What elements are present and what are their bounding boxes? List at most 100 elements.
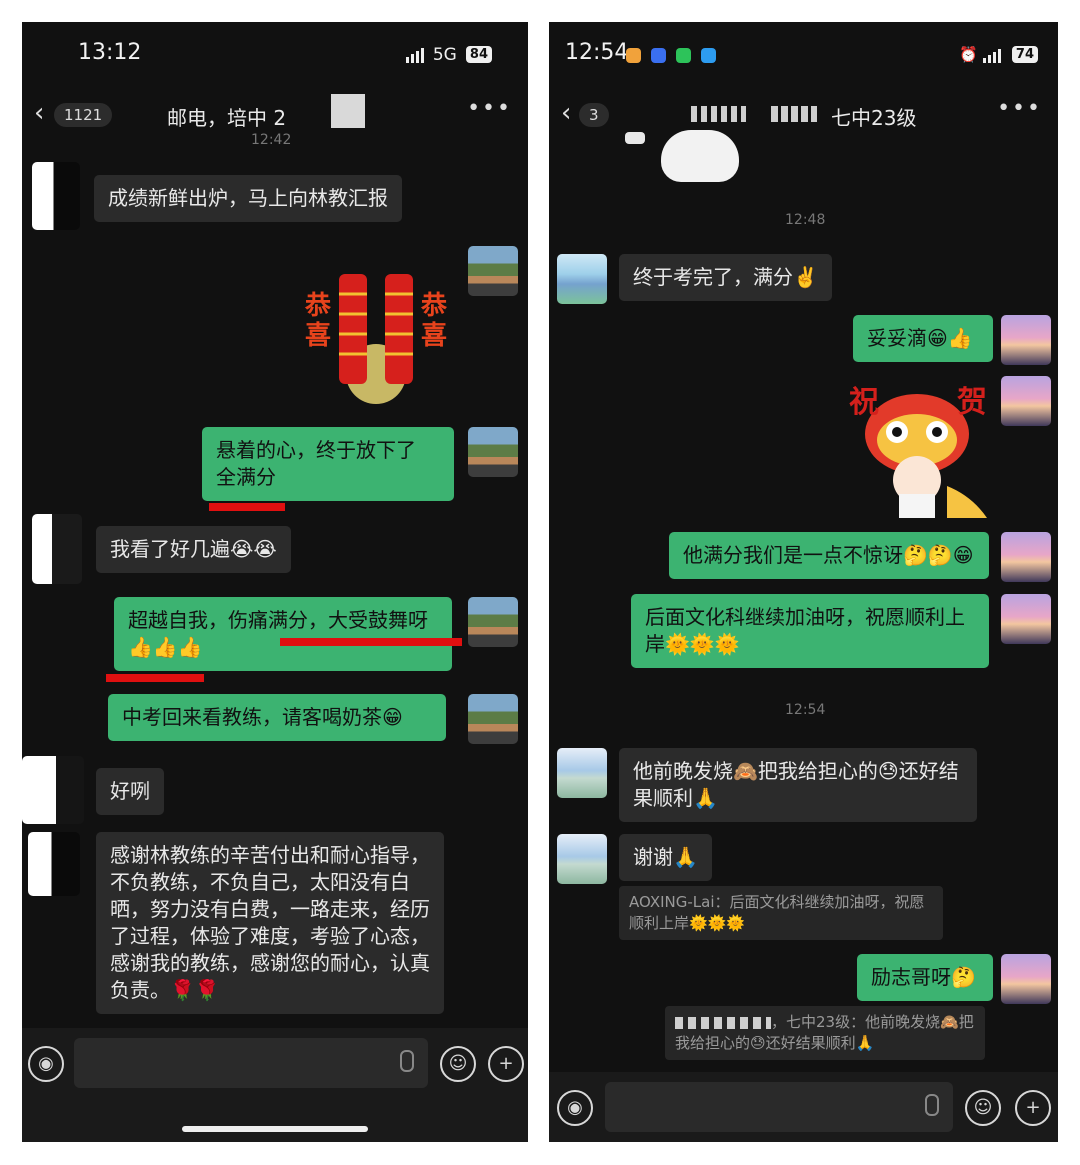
sticker-fragment [625,132,645,144]
svg-text:恭: 恭 [304,291,332,321]
more-options-icon[interactable]: ••• [997,96,1042,121]
avatar-self[interactable] [468,597,518,647]
message-incoming: 好咧 [22,756,164,824]
avatar[interactable] [557,254,607,304]
lion-dance-sticker-image: 祝 贺 [849,385,987,518]
back-arrow-icon[interactable]: ‹ [561,100,571,126]
message-incoming: 终于考完了，满分✌️ [557,254,832,304]
status-icons: ⏰ 74 [959,44,1038,64]
cup-sticker-partial[interactable] [661,130,739,182]
avatar[interactable] [28,832,80,896]
plus-icon[interactable]: + [1015,1090,1051,1126]
emoji-icon[interactable]: ☺ [440,1046,476,1082]
avatar-self[interactable] [1001,315,1051,365]
title-placeholder-image [331,94,365,128]
blurred-title-segment [771,106,817,122]
avatar-self[interactable] [1001,532,1051,582]
message-bubble[interactable]: 成绩新鲜出炉，马上向林教汇报 [94,175,402,222]
unread-count-badge[interactable]: 1121 [54,103,113,127]
red-underline-annotation [106,674,204,682]
unread-count-badge[interactable]: 3 [579,103,609,127]
svg-text:祝: 祝 [849,385,879,420]
avatar-self[interactable] [468,246,518,296]
battery-icon: 84 [465,46,492,63]
message-incoming: 他前晚发烧🙈把我给担心的😓还好结果顺利🙏 [557,748,977,822]
plus-icon[interactable]: + [488,1046,524,1082]
message-bubble[interactable]: 励志哥呀🤔 [857,954,993,1001]
message-bubble[interactable]: 后面文化科继续加油呀，祝愿顺利上岸🌞🌞🌞 [631,594,989,668]
avatar[interactable] [32,514,82,584]
status-bar: 13:12 5G 84 [22,22,528,82]
alarm-icon: ⏰ [959,45,978,64]
message-bubble[interactable]: 感谢林教练的辛苦付出和耐心指导，不负教练，不负自己，太阳没有白晒，努力没有白费，… [96,832,444,1014]
lion-dance-sticker[interactable]: 祝 贺 [847,376,989,518]
message-bubble[interactable]: 终于考完了，满分✌️ [619,254,832,301]
avatar-self[interactable] [1001,376,1051,426]
message-bubble[interactable]: 他前晚发烧🙈把我给担心的😓还好结果顺利🙏 [619,748,977,822]
avatar-self[interactable] [468,427,518,477]
red-underline-annotation [280,638,462,646]
timestamp: 12:42 [251,132,292,148]
voice-icon[interactable]: ◉ [28,1046,64,1082]
input-bar: ◉ ☺ + [22,1028,528,1142]
message-incoming: 成绩新鲜出炉，马上向林教汇报 [32,162,402,230]
avatar[interactable] [32,162,80,230]
voice-icon[interactable]: ◉ [557,1090,593,1126]
signal-icon [405,47,424,63]
avatar-self[interactable] [1001,594,1051,644]
status-time: 12:54 [565,40,629,65]
avatar-self[interactable] [468,694,518,744]
status-bar: 12:54 ⏰ 74 [549,22,1058,82]
input-bar: ◉ ☺ + [549,1072,1058,1142]
app-icon [701,48,717,63]
message-bubble[interactable]: 好咧 [96,768,164,815]
message-bubble[interactable]: 悬着的心，终于放下了 全满分 [202,427,454,501]
svg-text:恭: 恭 [420,291,448,321]
avatar-self[interactable] [1001,954,1051,1004]
message-bubble[interactable]: 妥妥滴😁👍 [853,315,993,362]
timestamp: 12:48 [785,212,826,228]
battery-icon: 74 [1011,46,1038,63]
home-indicator[interactable] [182,1126,368,1132]
firecracker-sticker[interactable]: 恭 喜 恭 喜 [297,254,455,404]
svg-text:喜: 喜 [305,321,331,351]
emoji-icon[interactable]: ☺ [965,1090,1001,1126]
status-time: 13:12 [78,40,142,65]
avatar[interactable] [557,748,607,798]
message-incoming: 我看了好几遍😭😭 [32,514,291,584]
wechat-icon [676,48,692,63]
timestamp: 12:54 [785,702,826,718]
app-icon [626,48,641,63]
chat-title: 七中23级 [831,106,917,130]
app-icon [651,48,667,63]
message-input[interactable] [74,1038,428,1088]
message-bubble[interactable]: 他满分我们是一点不惊讶🤔🤔😁 [669,532,989,579]
blurred-sender-name [675,1016,771,1029]
quoted-message[interactable]: AOXING-Lai：后面文化科继续加油呀，祝愿顺利上岸🌞🌞🌞 [619,886,943,940]
message-incoming: 谢谢🙏 [557,834,712,884]
status-icons: 5G 84 [405,44,492,65]
notification-icons [621,45,717,64]
avatar[interactable] [557,834,607,884]
message-bubble[interactable]: 超越自我，伤痛满分，大受鼓舞呀👍👍👍 [114,597,452,671]
back-arrow-icon[interactable]: ‹ [34,100,44,126]
signal-icon [982,47,1001,63]
microphone-icon[interactable] [400,1050,414,1072]
message-bubble[interactable]: 我看了好几遍😭😭 [96,526,291,573]
message-incoming: 感谢林教练的辛苦付出和耐心指导，不负教练，不负自己，太阳没有白晒，努力没有白费，… [28,832,444,1014]
quoted-message[interactable]: ，七中23级：他前晚发烧🙈把我给担心的😓还好结果顺利🙏 [665,1006,985,1060]
svg-text:喜: 喜 [421,321,447,351]
chat-title: 邮电，培中 2 [167,106,287,130]
more-options-icon[interactable]: ••• [467,96,512,121]
microphone-icon[interactable] [925,1094,939,1116]
message-bubble[interactable]: 中考回来看教练，请客喝奶茶😁 [108,694,446,741]
chat-header: ‹ 3 七中23级 ••• [549,92,1058,138]
network-label: 5G [432,44,457,65]
message-bubble[interactable]: 谢谢🙏 [619,834,712,881]
message-input[interactable] [605,1082,953,1132]
right-chat-screenshot: 12:54 ⏰ 74 ‹ 3 七中23级 ••• 12:48 终于考完了，满分✌… [549,22,1058,1142]
blurred-title-segment [691,106,746,122]
left-chat-screenshot: 13:12 5G 84 ‹ 1121 邮电，培中 2 ••• 12:42 成绩新… [22,22,528,1142]
avatar[interactable] [22,756,84,824]
red-underline-annotation [209,503,285,511]
